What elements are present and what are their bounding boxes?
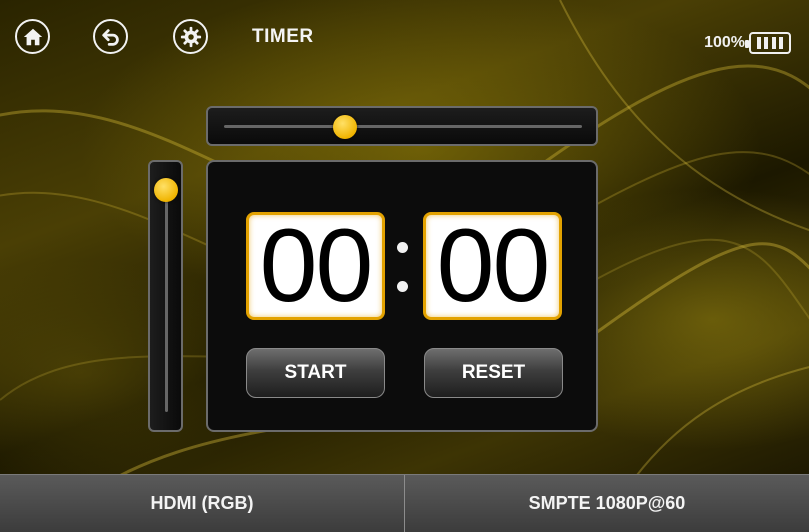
battery-bar <box>771 37 776 49</box>
page-title: TIMER <box>252 26 314 47</box>
battery-bar <box>778 37 783 49</box>
vertical-slider-knob[interactable] <box>154 178 178 202</box>
time-separator <box>395 242 409 292</box>
battery-bar <box>757 37 762 49</box>
battery-percentage: 100% <box>704 34 745 51</box>
reset-button[interactable]: RESET <box>424 348 563 398</box>
video-format-label[interactable]: SMPTE 1080P@60 <box>405 475 809 532</box>
seconds-display: 00 <box>423 212 562 320</box>
start-button[interactable]: START <box>246 348 385 398</box>
home-button[interactable] <box>15 19 50 54</box>
vertical-slider[interactable] <box>148 160 183 432</box>
timer-panel: 00 00 START RESET <box>206 160 598 432</box>
horizontal-slider-knob[interactable] <box>333 115 358 139</box>
battery-icon <box>745 32 791 54</box>
battery-status: 100% <box>704 32 791 54</box>
settings-button[interactable] <box>173 19 208 54</box>
home-icon <box>23 28 42 45</box>
back-button[interactable] <box>93 19 128 54</box>
battery-bar <box>764 37 769 49</box>
horizontal-slider[interactable] <box>206 106 598 146</box>
colon-dot <box>396 281 408 292</box>
timer-screen: TIMER 100% 00 00 START RESET HDMI (RGB) … <box>0 0 809 532</box>
colon-dot <box>396 242 408 253</box>
status-bar: HDMI (RGB) SMPTE 1080P@60 <box>0 474 809 532</box>
horizontal-slider-track <box>224 125 582 128</box>
vertical-slider-track <box>165 180 168 412</box>
undo-icon <box>101 28 119 46</box>
input-source-label[interactable]: HDMI (RGB) <box>0 475 405 532</box>
gear-icon <box>180 26 201 47</box>
minutes-display: 00 <box>246 212 385 320</box>
